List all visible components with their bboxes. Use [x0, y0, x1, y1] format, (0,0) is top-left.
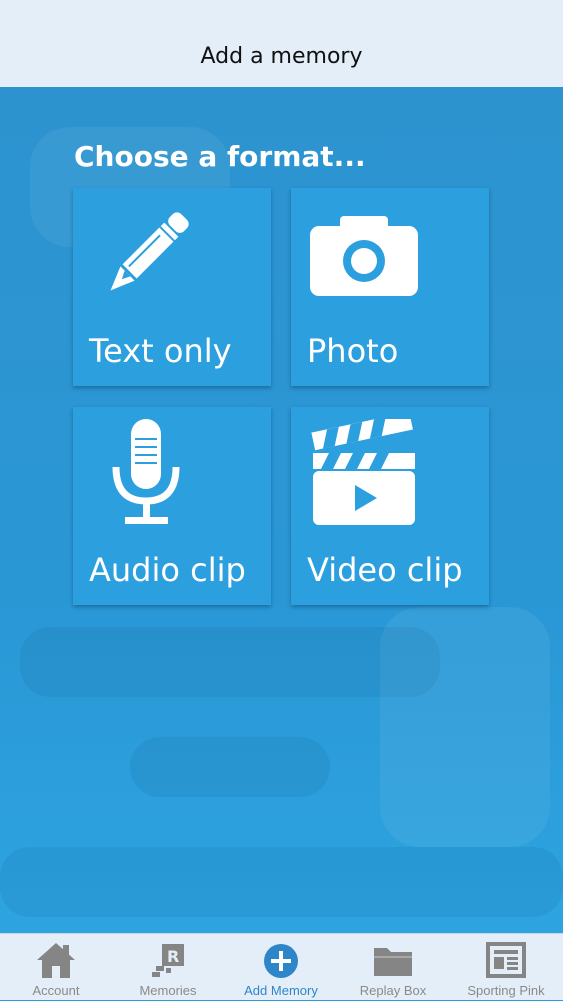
video-clip-tile[interactable]: Video clip [291, 407, 489, 605]
tab-label: Memories [139, 983, 197, 998]
background-blur [130, 737, 330, 797]
page-title: Add a memory [200, 44, 363, 69]
tile-label: Audio clip [89, 551, 246, 589]
tab-memories[interactable]: R Memories [112, 934, 224, 1001]
folder-icon [374, 948, 412, 976]
tile-label: Video clip [307, 551, 463, 589]
tab-account[interactable]: Account [0, 934, 112, 1001]
background-blur [0, 847, 563, 917]
tab-label: Sporting Pink [467, 983, 545, 998]
camera-icon [310, 216, 418, 296]
photo-tile[interactable]: Photo [291, 188, 489, 386]
tile-label: Photo [307, 332, 399, 370]
svg-text:R: R [167, 947, 179, 966]
audio-clip-tile[interactable]: Audio clip [73, 407, 271, 605]
pencil-icon [110, 212, 189, 291]
main-content: Choose a format... Text only Photo Audio… [0, 87, 563, 933]
tab-label: Account [32, 983, 80, 998]
clapperboard-icon [311, 419, 415, 525]
tab-sporting-pink[interactable]: Sporting Pink [450, 934, 562, 1001]
text-only-tile[interactable]: Text only [73, 188, 271, 386]
tab-bar: Account R Memories Add Memory Replay Box [0, 933, 563, 1000]
tab-label: Replay Box [359, 983, 427, 998]
home-icon [37, 943, 75, 978]
memories-icon: R [152, 944, 184, 977]
choose-format-heading: Choose a format... [74, 140, 366, 173]
add-circle-icon [264, 944, 298, 978]
tab-replay-box[interactable]: Replay Box [337, 934, 449, 1001]
newspaper-icon [486, 942, 526, 978]
tab-add-memory[interactable]: Add Memory [225, 934, 337, 1001]
tab-label: Add Memory [244, 983, 318, 998]
microphone-icon [112, 419, 180, 524]
tile-label: Text only [89, 332, 232, 370]
background-blur [20, 627, 440, 697]
background-blur [380, 607, 550, 847]
nav-header: Add a memory [0, 0, 563, 87]
